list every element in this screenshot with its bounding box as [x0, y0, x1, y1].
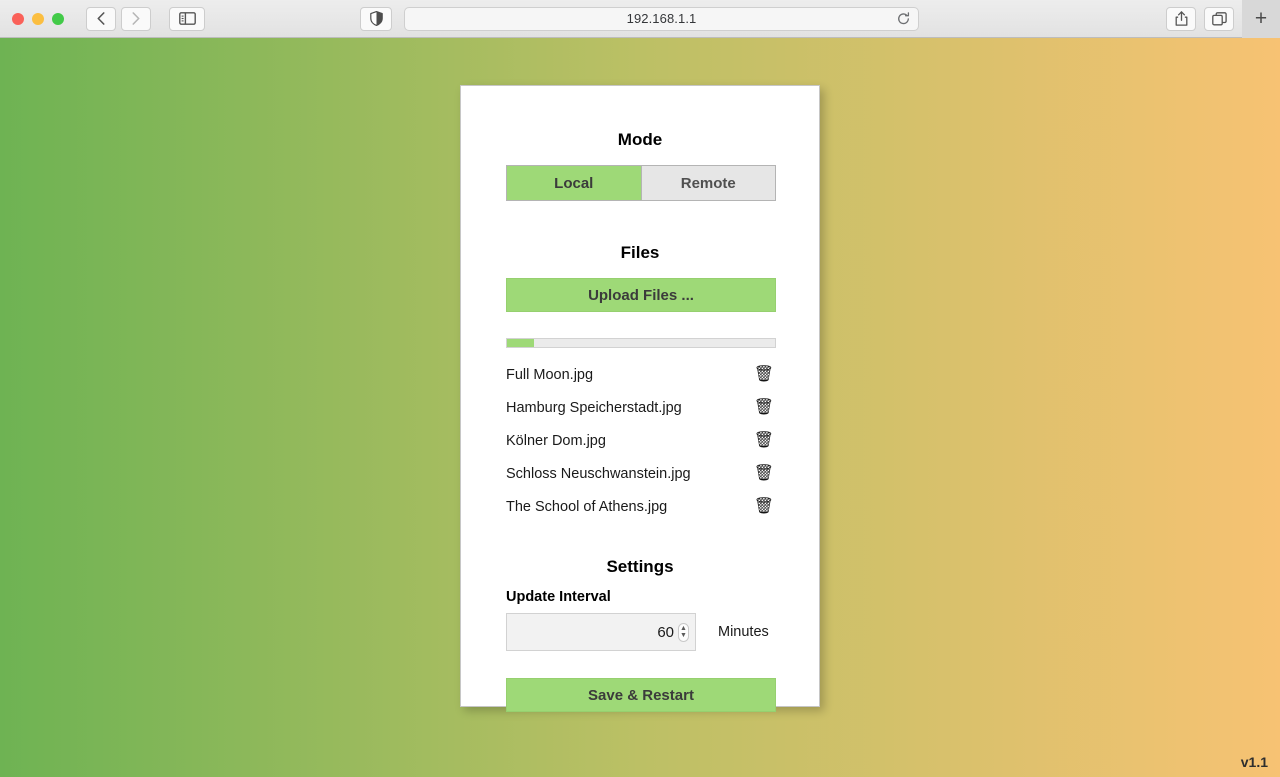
file-name: The School of Athens.jpg	[506, 498, 668, 515]
file-name: Kölner Dom.jpg	[506, 432, 606, 449]
mode-heading: Mode	[617, 130, 663, 149]
file-name: Hamburg Speicherstadt.jpg	[506, 399, 682, 416]
reload-icon	[898, 11, 910, 24]
stepper-up-icon[interactable]: ▲	[680, 625, 687, 632]
sidebar-toggle-icon	[178, 12, 196, 25]
close-window-button[interactable]	[12, 12, 24, 25]
url-text: 192.168.1.1	[626, 11, 697, 26]
update-interval-stepper[interactable]: ▲ ▼	[678, 622, 689, 642]
delete-file-icon[interactable]: 🗑	[754, 366, 774, 383]
maximize-window-button[interactable]	[52, 12, 64, 25]
update-interval-label: Update Interval	[506, 589, 611, 605]
app-card: Mode Local Remote Files Upload Files ...…	[460, 85, 820, 712]
card-content: Mode Local Remote Files Upload Files ...…	[461, 130, 819, 712]
share-button[interactable]	[1166, 6, 1196, 31]
upload-files-button[interactable]: Upload Files ...	[506, 278, 776, 312]
minimize-window-button[interactable]	[32, 12, 44, 25]
app-root: 192.168.1.1 + Mode Local Remote Files Up…	[0, 0, 1280, 777]
mode-option-local[interactable]: Local	[507, 166, 641, 200]
delete-file-icon[interactable]: 🗑	[754, 432, 774, 449]
file-row: Hamburg Speicherstadt.jpg 🗑	[506, 391, 776, 424]
chevron-left-icon	[97, 12, 105, 25]
upload-progress-bar	[506, 338, 776, 348]
show-tabs-button[interactable]	[1204, 6, 1234, 31]
toolbar-right-group: +	[1166, 0, 1280, 38]
forward-button[interactable]	[121, 6, 151, 31]
file-name: Full Moon.jpg	[506, 366, 594, 383]
reload-button[interactable]	[897, 11, 910, 26]
stepper-down-icon[interactable]: ▼	[680, 632, 687, 639]
address-bar[interactable]: 192.168.1.1	[404, 6, 919, 31]
privacy-shield-icon	[369, 11, 383, 26]
chevron-right-icon	[132, 12, 140, 25]
share-icon	[1175, 11, 1187, 26]
file-row: Kölner Dom.jpg 🗑	[506, 424, 776, 457]
sidebar-toggle-button[interactable]	[169, 6, 205, 31]
browser-toolbar: 192.168.1.1 +	[0, 0, 1280, 38]
save-and-restart-label: Save & Restart	[588, 686, 694, 704]
save-and-restart-button[interactable]: Save & Restart	[506, 678, 776, 712]
file-row: Full Moon.jpg 🗑	[506, 358, 776, 391]
back-button[interactable]	[86, 6, 116, 31]
mode-option-local-label: Local	[554, 174, 594, 192]
update-interval-input[interactable]: 60 ▲ ▼	[506, 613, 696, 651]
new-tab-label: +	[1254, 7, 1268, 30]
file-row: Schloss Neuschwanstein.jpg 🗑	[506, 457, 776, 490]
settings-heading: Settings	[606, 557, 674, 576]
mode-option-remote-label: Remote	[680, 174, 736, 192]
mode-segmented-control: Local Remote	[506, 165, 776, 201]
version-label: v1.1	[1240, 754, 1268, 770]
upload-progress-fill	[507, 339, 534, 347]
window-controls	[12, 12, 64, 25]
file-list: Full Moon.jpg 🗑 Hamburg Speicherstadt.jpg 🗑…	[506, 358, 776, 523]
file-name: Schloss Neuschwanstein.jpg	[506, 465, 691, 482]
delete-file-icon[interactable]: 🗑	[754, 498, 774, 515]
update-interval-row: 60 ▲ ▼ Minutes	[506, 613, 774, 651]
update-interval-value: 60	[657, 623, 674, 641]
save-button-wrap: Save & Restart	[506, 678, 776, 712]
upload-files-label: Upload Files ...	[588, 286, 694, 304]
delete-file-icon[interactable]: 🗑	[754, 399, 774, 416]
file-row: The School of Athens.jpg 🗑	[506, 490, 776, 523]
tab-overview-icon	[1211, 11, 1227, 25]
delete-file-icon[interactable]: 🗑	[754, 465, 774, 482]
update-interval-unit: Minutes	[718, 624, 769, 640]
files-heading: Files	[620, 243, 660, 262]
navigation-buttons	[86, 6, 151, 31]
privacy-report-button[interactable]	[360, 6, 392, 31]
new-tab-button[interactable]: +	[1242, 0, 1280, 38]
mode-option-remote[interactable]: Remote	[640, 166, 775, 200]
